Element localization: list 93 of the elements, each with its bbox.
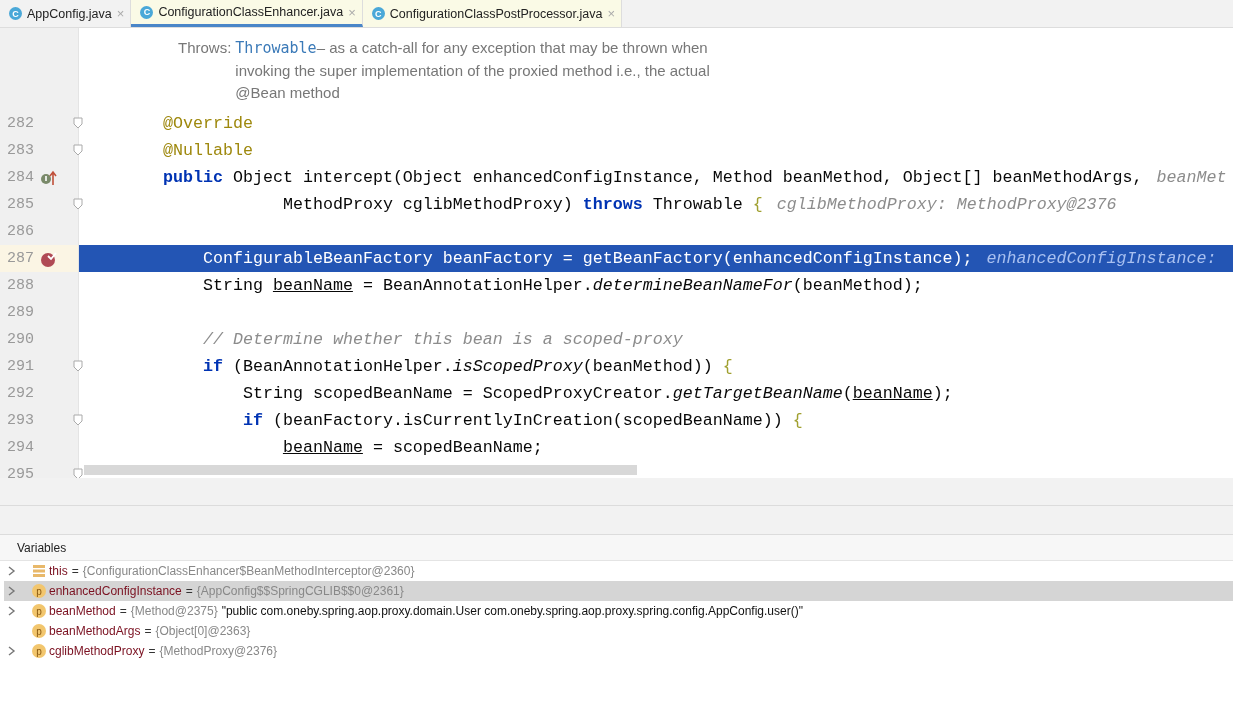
- panel-title: Variables: [17, 540, 67, 555]
- horizontal-scrollbar[interactable]: [84, 465, 637, 475]
- variable-value: {MethodProxy@2376}: [159, 644, 277, 658]
- brace: {: [792, 411, 803, 430]
- code-text: = BeanAnnotationHelper.: [362, 276, 593, 295]
- variable-name: enhancedConfigInstance: [49, 584, 182, 598]
- string-value: "public com.oneby.spring.aop.proxy.domain.User com.oneby.spring.aop.proxy.spring.config.AppConfig.user()": [221, 604, 803, 618]
- variable-name: beanName: [282, 438, 363, 457]
- file-tab[interactable]: C ConfigurationClassPostProcessor.java ×: [362, 0, 622, 27]
- code-text: Throwable: [652, 195, 744, 214]
- variable-name: beanMethod: [49, 604, 116, 618]
- keyword: if: [242, 411, 263, 430]
- tab-label: ConfigurationClassEnhancer.java: [158, 5, 344, 19]
- line-number: 291: [6, 358, 35, 375]
- equals-sign: =: [144, 624, 152, 638]
- inline-debug-value: beanMet: [1156, 168, 1227, 187]
- variable-row[interactable]: p cglibMethodProxy = {MethodProxy@2376}: [4, 641, 1233, 661]
- fold-icon[interactable]: [73, 144, 83, 156]
- line-number: 285: [6, 196, 35, 213]
- code-text: Object intercept(Object enhancedConfigInstance, Method beanMethod, Object[] beanMethodArgs,: [232, 168, 1143, 187]
- variable-row[interactable]: this = {ConfigurationClassEnhancer$BeanMethodInterceptor@2360}: [4, 561, 1233, 581]
- override-icon[interactable]: [40, 169, 58, 186]
- equals-sign: =: [148, 644, 156, 658]
- variable-value: {Object[0]@2363}: [155, 624, 251, 638]
- inline-debug-value: cglibMethodProxy: MethodProxy@2376: [776, 195, 1117, 214]
- variable-value: {AppConfig$$SpringCGLIB$$0@2361}: [196, 584, 404, 598]
- code-text: (BeanAnnotationHelper.: [232, 357, 453, 376]
- code-text: (beanMethod)): [582, 357, 714, 376]
- tab-label: ConfigurationClassPostProcessor.java: [389, 6, 603, 21]
- keyword: if: [202, 357, 223, 376]
- keyword: public: [162, 168, 223, 187]
- brace: {: [722, 357, 733, 376]
- class-icon: C: [140, 5, 154, 19]
- line-number: 282: [6, 115, 35, 132]
- throwable-link[interactable]: Throwable: [235, 39, 317, 57]
- line-number: 290: [6, 331, 35, 348]
- variable-value: {Method@2375}: [130, 604, 218, 618]
- code-text: String scopedBeanName = ScopedProxyCreator.: [242, 384, 673, 403]
- equals-sign: =: [119, 604, 127, 618]
- class-icon: C: [371, 7, 385, 20]
- code-comment: // Determine whether this bean is a scoped-proxy: [202, 330, 683, 349]
- parameter-icon: p: [32, 584, 46, 598]
- code-text: MethodProxy cglibMethodProxy): [282, 195, 574, 214]
- fold-icon[interactable]: [73, 117, 83, 129]
- code-text: (beanMethod);: [792, 276, 923, 295]
- fold-icon[interactable]: [73, 468, 83, 478]
- annotation: @Nullable: [162, 141, 253, 160]
- variable-name: beanName: [852, 384, 933, 403]
- line-number: 294: [6, 439, 35, 456]
- variable-row[interactable]: p enhancedConfigInstance = {AppConfig$$SpringCGLIB$$0@2361}: [4, 581, 1233, 601]
- line-number: 284: [6, 169, 35, 186]
- class-icon: C: [9, 7, 22, 20]
- parameter-icon: p: [32, 624, 46, 638]
- parameter-icon: p: [32, 644, 46, 658]
- method-call: isScopedProxy: [452, 357, 583, 376]
- line-number: 286: [6, 223, 35, 240]
- equals-sign: =: [71, 564, 79, 578]
- fold-icon[interactable]: [73, 360, 83, 372]
- code-text: (beanFactory.isCurrentlyInCreation(scopedBeanName)): [272, 411, 784, 430]
- line-number: 293: [6, 412, 35, 429]
- variable-name: beanMethodArgs: [49, 624, 141, 638]
- line-number: 289: [6, 304, 35, 321]
- variable-row[interactable]: p beanMethodArgs = {Object[0]@2363}: [4, 621, 1233, 641]
- doc-label: Throws:: [178, 38, 232, 58]
- inline-debug-value: enhancedConfigInstance:: [986, 249, 1217, 268]
- parameter-icon: p: [32, 604, 46, 618]
- equals-sign: =: [185, 584, 193, 598]
- code-text: ConfigurableBeanFactory beanFactory = getBeanFactory(enhancedConfigInstance);: [202, 249, 973, 268]
- brace: {: [752, 195, 763, 214]
- fold-icon[interactable]: [73, 414, 83, 426]
- variable-name: beanName: [272, 276, 353, 295]
- line-number: 292: [6, 385, 35, 402]
- variable-name: cglibMethodProxy: [49, 644, 145, 658]
- variable-row[interactable]: p beanMethod = {Method@2375} "public com.oneby.spring.aop.proxy.domain.User com.oneby.spring.aop.proxy.spring.config.AppConfig.user()": [4, 601, 1233, 621]
- file-tab[interactable]: C ConfigurationClassEnhancer.java ×: [131, 0, 363, 27]
- tab-label: AppConfig.java: [27, 6, 112, 21]
- method-call: determineBeanNameFor: [592, 276, 793, 295]
- line-number: 288: [6, 277, 35, 294]
- line-number: 295: [6, 466, 35, 478]
- fold-icon[interactable]: [73, 198, 83, 210]
- code-text: String: [202, 276, 264, 295]
- code-text: (: [842, 384, 853, 403]
- method-call: getTargetBeanName: [672, 384, 843, 403]
- doc-text: Throwable– as a catch-all for any exception that may be thrown when invoking the super implementation of the proxied method i.e., the actual @Bean method: [235, 38, 710, 103]
- variable-value: {ConfigurationClassEnhancer$BeanMethodInterceptor@2360}: [82, 564, 415, 578]
- keyword: throws: [582, 195, 643, 214]
- line-number: 283: [6, 142, 35, 159]
- annotation: @Override: [162, 114, 253, 133]
- code-text: );: [932, 384, 953, 403]
- code-text: = scopedBeanName;: [372, 438, 543, 457]
- field-icon: [32, 564, 46, 578]
- variable-name: this: [49, 564, 68, 578]
- line-number: 287: [6, 250, 35, 267]
